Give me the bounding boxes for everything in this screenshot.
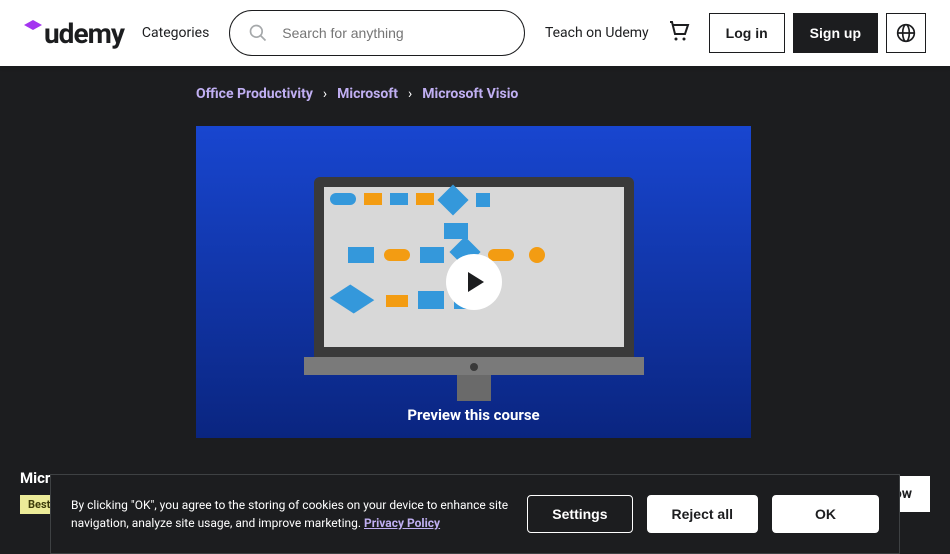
cart-button[interactable] <box>667 19 691 47</box>
breadcrumb-item-visio[interactable]: Microsoft Visio <box>422 86 518 102</box>
breadcrumb: Office Productivity › Microsoft › Micros… <box>0 86 950 102</box>
search-icon <box>248 23 268 43</box>
login-button[interactable]: Log in <box>709 13 785 53</box>
cookie-banner: By clicking "OK", you agree to the stori… <box>50 474 900 554</box>
language-button[interactable] <box>886 13 926 53</box>
cart-icon <box>667 19 691 43</box>
chevron-right-icon: › <box>408 86 412 102</box>
play-button[interactable] <box>446 254 502 310</box>
categories-link[interactable]: Categories <box>142 25 209 41</box>
cookie-settings-button[interactable]: Settings <box>527 495 632 533</box>
course-page: Office Productivity › Microsoft › Micros… <box>0 66 950 458</box>
cookie-reject-button[interactable]: Reject all <box>647 495 758 533</box>
udemy-logo[interactable]: udemy <box>24 17 124 50</box>
globe-icon <box>896 23 916 43</box>
signup-button[interactable]: Sign up <box>793 13 878 53</box>
course-preview[interactable]: Preview this course <box>196 126 751 438</box>
chevron-right-icon: › <box>323 86 327 102</box>
cookie-text: By clicking "OK", you agree to the stori… <box>71 496 513 532</box>
search-bar[interactable] <box>229 10 525 56</box>
logo-hat-icon <box>24 20 42 30</box>
play-icon <box>468 272 484 292</box>
main-header: udemy Categories Teach on Udemy Log in S… <box>0 0 950 66</box>
cookie-ok-button[interactable]: OK <box>772 495 879 533</box>
preview-label: Preview this course <box>407 406 539 424</box>
search-input[interactable] <box>282 25 506 41</box>
breadcrumb-item-microsoft[interactable]: Microsoft <box>337 86 398 102</box>
privacy-policy-link[interactable]: Privacy Policy <box>364 516 440 530</box>
breadcrumb-item-office[interactable]: Office Productivity <box>196 86 313 102</box>
logo-text: udemy <box>44 17 124 50</box>
teach-link[interactable]: Teach on Udemy <box>545 25 649 41</box>
